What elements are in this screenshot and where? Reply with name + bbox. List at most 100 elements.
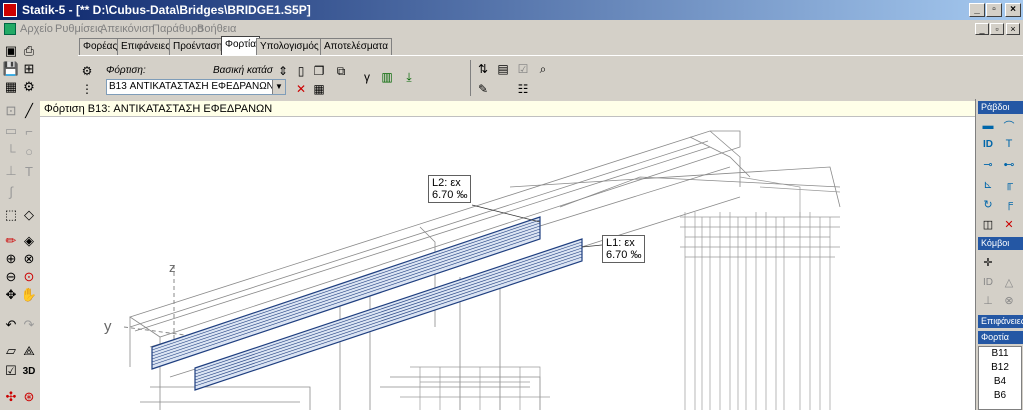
download-icon[interactable]: ⤓ [400,68,418,86]
new-load-icon[interactable]: ▯ [292,62,310,80]
table-icon[interactable]: ▦ [310,80,328,98]
maximize-button[interactable]: ▫ [986,3,1002,17]
check-icon[interactable]: ☑ [514,60,532,78]
beam-icon[interactable]: ╒ [1000,195,1018,213]
document-icon[interactable] [4,23,16,35]
node-delete-icon[interactable]: ⊗ [1000,291,1018,309]
list-item[interactable]: B4 [979,375,1021,389]
list-item[interactable]: B11 [979,347,1021,361]
curved-rod-icon[interactable]: ⌒ [1000,117,1018,135]
zoom-all-icon[interactable]: ⊙ [20,268,38,286]
close-button[interactable]: × [1005,3,1021,17]
rod-id-button[interactable]: ID [979,135,997,153]
delete-rod-icon[interactable]: ✕ [1000,215,1018,233]
select-region-icon[interactable]: ◇ [20,206,38,224]
zoom-window-icon[interactable]: ⊗ [20,250,38,268]
box-icon[interactable]: ◫ [979,215,997,233]
connection-icon[interactable]: ⊷ [1000,155,1018,173]
node-spring-icon[interactable]: ⊥ [979,291,997,309]
grid-icon[interactable]: ⊞ [20,60,38,78]
tab-surfaces[interactable]: Επιφάνειες [117,38,175,55]
axis-icon[interactable]: ⊛ [20,388,38,406]
hinge-icon[interactable]: ⊸ [979,155,997,173]
node-id-button[interactable]: ID [979,273,997,291]
pan-hand-icon[interactable]: ✋ [20,286,38,304]
menu-view[interactable]: Απεικόνιση [100,23,155,35]
rect-icon[interactable]: ▭ [2,122,20,140]
redo-icon[interactable]: ↷ [20,316,38,334]
load-select[interactable]: B13 ΑΝΤΙΚΑΤΑΣΤΑΣΗ ΕΦΕΔΡΑΝΩΝ ▼ [106,79,286,95]
pen-icon[interactable]: ✏ [2,232,20,250]
report-icon[interactable]: ☷ [514,80,532,98]
menu-help[interactable]: Βοήθεια [197,23,236,35]
tab-calculation[interactable]: Υπολογισμός [256,38,323,55]
app-icon[interactable] [3,3,17,17]
section-profile-icon[interactable]: T [1000,135,1018,153]
model-canvas[interactable]: L2: εx 6.70 ‰ L1: εx 6.70 ‰ z y [40,117,975,410]
check-view-icon[interactable]: ☑ [2,362,20,380]
text-icon[interactable]: T [20,162,38,180]
chevron-down-icon[interactable]: ▼ [272,80,285,94]
print-icon[interactable]: ⎙ [20,42,38,60]
line-icon[interactable]: ╱ [20,102,38,120]
open-icon[interactable]: ▣ [2,42,20,60]
menu-bar: Αρχείο Ρυθμίσεις Απεικόνιση Παράθυρο Βοή… [0,20,1023,38]
copy-icon[interactable]: ⧉ [332,62,350,80]
load-tree-icon[interactable]: ⋮ [78,80,96,98]
polyline-icon[interactable]: ⌐ [20,122,38,140]
load-label-L1[interactable]: L1: εx 6.70 ‰ [602,235,646,263]
undo-icon[interactable]: ↶ [2,316,20,334]
view-3d-button[interactable]: 3D [20,362,38,380]
corner-icon[interactable]: └ [2,142,20,160]
mdi-close-button[interactable]: × [1006,23,1020,35]
menu-window[interactable]: Παράθυρο [152,23,203,35]
tab-structure[interactable]: Φορέας [79,38,122,55]
circle-icon[interactable]: ○ [20,142,38,160]
sort-icon[interactable]: ⇅ [474,60,492,78]
list-icon[interactable]: ▤ [494,60,512,78]
tab-loads[interactable]: Φορτία [221,36,261,56]
current-load-bar: Φόρτιση B13: ΑΝΤΙΚΑΤΑΣΤΑΣΗ ΕΦΕΔΡΑΝΩΝ [40,101,975,117]
dimension-icon[interactable]: ⊥ [2,162,20,180]
select-icon[interactable]: ⬚ [2,206,20,224]
menu-settings[interactable]: Ρυθμίσεις [55,23,103,35]
fill-icon[interactable]: ◈ [20,232,38,250]
edit-icon[interactable]: ✎ [474,80,492,98]
find-icon[interactable]: ⌕ [534,60,552,78]
rotate-rod-icon[interactable]: ↻ [979,195,997,213]
list-item[interactable]: B6 [979,389,1021,403]
node-icon[interactable]: ✛ [979,253,997,271]
mdi-minimize-button[interactable]: _ [975,23,989,35]
load-chart-icon[interactable]: ▥ [378,68,396,86]
support-icon[interactable]: ⊾ [979,175,997,193]
section-icon[interactable]: ✣ [2,388,20,406]
plane-icon[interactable]: ▱ [2,342,20,360]
loads-list[interactable]: B11 B12 B4 B6 [978,346,1022,410]
tab-results[interactable]: Αποτελέσματα [320,38,393,55]
menu-file[interactable]: Αρχείο [20,23,53,35]
rod-icon[interactable]: ▬ [979,117,997,135]
load-label-L2[interactable]: L2: εx 6.70 ‰ [428,175,472,203]
spin-icon[interactable]: ⇕ [274,62,292,80]
mdi-restore-button[interactable]: ▫ [990,23,1004,35]
list-item[interactable]: B12 [979,361,1021,375]
settings-icon[interactable]: ⚙ [20,78,38,96]
minimize-button[interactable]: _ [969,3,985,17]
tab-prestress[interactable]: Προένταση [169,38,227,55]
zoom-out-icon[interactable]: ⊖ [2,268,20,286]
zoom-in-icon[interactable]: ⊕ [2,250,20,268]
pointer-icon[interactable]: ⊡ [2,102,20,120]
surfaces-panel-title[interactable]: Επιφάνειες [978,315,1023,328]
copy-load-icon[interactable]: ❐ [310,62,328,80]
load-wizard-icon[interactable]: ⚙ [78,62,96,80]
rotate-icon[interactable]: ✥ [2,286,20,304]
loads-panel-title[interactable]: Φορτία [978,331,1023,344]
delete-load-icon[interactable]: ✕ [292,80,310,98]
frame-icon[interactable]: ╓ [1000,175,1018,193]
save-all-icon[interactable]: ▦ [2,78,20,96]
plane-section-icon[interactable]: ⟁ [20,342,38,360]
save-icon[interactable]: 💾 [2,60,20,78]
gamma-factor-icon[interactable]: γ [358,68,376,86]
curve-icon[interactable]: ∫ [2,182,20,200]
node-support-icon[interactable]: △ [1000,273,1018,291]
